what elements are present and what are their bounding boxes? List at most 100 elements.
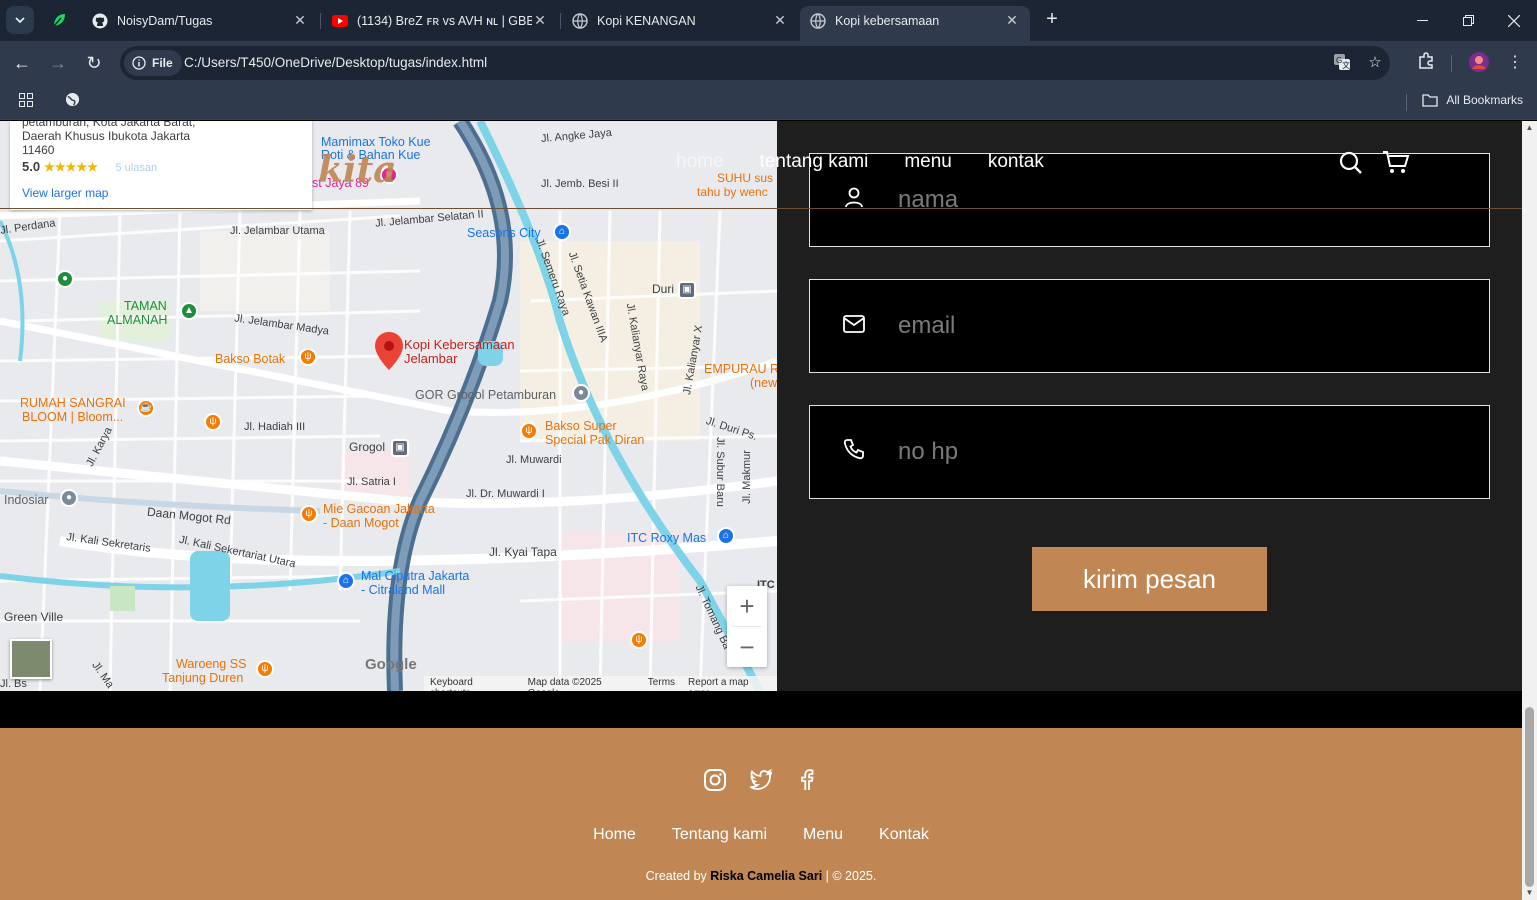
close-tab-icon[interactable]: ✕	[772, 12, 788, 29]
phone-icon	[810, 438, 898, 466]
zoom-out-button[interactable]: −	[727, 627, 767, 667]
tab-kopi-kebersamaan[interactable]: Kopi kebersamaan ✕	[800, 6, 1030, 41]
nav-home[interactable]: home	[676, 151, 724, 173]
scroll-up-arrow-icon[interactable]: ▲	[1522, 121, 1537, 135]
phone-input[interactable]	[898, 422, 1489, 482]
nav-menu[interactable]: menu	[904, 151, 952, 173]
globe-icon[interactable]	[62, 92, 82, 112]
restaurant-pin-icon[interactable]: ψ	[630, 631, 648, 649]
footer-link-tentang-kami[interactable]: Tentang kami	[672, 826, 767, 844]
extensions-icon[interactable]	[1414, 51, 1438, 75]
restore-icon	[1462, 15, 1474, 26]
map-label: Grogol	[349, 440, 386, 454]
footer-link-menu[interactable]: Menu	[803, 826, 843, 844]
footer-link-home[interactable]: Home	[593, 826, 636, 844]
profile-avatar[interactable]	[1467, 51, 1491, 75]
twitter-icon[interactable]	[749, 768, 773, 792]
url-text[interactable]: C:/Users/T450/OneDrive/Desktop/tugas/ind…	[184, 55, 487, 70]
tab-search-button[interactable]	[6, 6, 34, 34]
map-label: Bakso Super	[545, 419, 617, 433]
footer-link-kontak[interactable]: Kontak	[879, 826, 929, 844]
section-divider	[0, 691, 1522, 728]
train-station-icon[interactable]: ▣	[678, 281, 696, 299]
new-tab-button[interactable]: +	[1040, 8, 1064, 32]
instagram-icon[interactable]	[703, 768, 727, 792]
close-tab-icon[interactable]: ✕	[292, 12, 308, 29]
back-button[interactable]: ←	[9, 50, 35, 76]
report-error-link[interactable]: Report a map error	[688, 677, 771, 691]
nav-kontak[interactable]: kontak	[988, 151, 1044, 173]
brand-logo[interactable]: kita	[318, 149, 397, 191]
bookmark-star-icon[interactable]: ☆	[1365, 53, 1385, 73]
place-pin-icon[interactable]: ●	[572, 384, 590, 402]
map-label: Seasons City	[467, 226, 541, 240]
restaurant-pin-icon[interactable]: ψ	[256, 660, 274, 678]
place-pin-icon[interactable]: ●	[60, 489, 78, 507]
site-info-chip[interactable]: File	[124, 50, 182, 76]
map-label: Jl. Bs	[0, 678, 27, 690]
credit-prefix: Created by	[645, 869, 707, 883]
map-label: TAMAN	[124, 299, 167, 313]
tab-github[interactable]: NoisyDam/Tugas ✕	[82, 6, 318, 35]
reload-button[interactable]: ↻	[81, 50, 107, 76]
cart-icon[interactable]	[1382, 149, 1410, 181]
map-label: Green Ville	[4, 610, 64, 624]
zoom-in-button[interactable]: +	[727, 586, 767, 626]
keyboard-shortcuts-link[interactable]: Keyboard shortcuts	[430, 677, 515, 691]
scroll-thumb[interactable]	[1525, 707, 1534, 887]
close-window-button[interactable]	[1491, 0, 1537, 41]
extension-leaf-icon[interactable]	[50, 11, 68, 29]
all-bookmarks-label: All Bookmarks	[1446, 93, 1523, 107]
facebook-icon[interactable]	[795, 768, 819, 792]
apps-grid-icon[interactable]	[16, 92, 36, 112]
translate-icon[interactable]: G文	[1332, 53, 1352, 73]
map-label: RUMAH SANGRAI	[20, 396, 126, 410]
toolbar-separator	[1451, 55, 1452, 72]
restaurant-pin-icon[interactable]: ψ	[204, 413, 222, 431]
tab-kopi-kenangan[interactable]: Kopi KENANGAN ✕	[562, 6, 798, 35]
tab-youtube[interactable]: (1134) BreZ ꜰʀ vs AVH ɴʟ | GBB 2 ✕	[322, 6, 558, 35]
map-label: GOR Grogol Petamburan	[415, 388, 557, 402]
park-pin-icon[interactable]: ▲	[180, 302, 198, 320]
nav-tentang-kami[interactable]: tentang kami	[760, 151, 869, 173]
close-tab-icon[interactable]: ✕	[532, 12, 548, 29]
submit-button[interactable]: kirim pesan	[1032, 547, 1267, 611]
credit-suffix: | © 2025.	[825, 869, 877, 883]
close-tab-icon[interactable]: ✕	[1004, 12, 1020, 29]
map-label: EMPURAU R	[704, 362, 777, 376]
github-icon	[92, 13, 108, 28]
restaurant-pin-icon[interactable]: ψ	[299, 348, 317, 366]
email-input[interactable]	[898, 296, 1489, 356]
cafe-pin-icon[interactable]: ☕	[137, 399, 155, 417]
shopping-pin-icon[interactable]: ⌂	[553, 223, 571, 241]
footer-links: Home Tentang kami Menu Kontak	[0, 826, 1522, 844]
tab-strip: NoisyDam/Tugas ✕ (1134) BreZ ꜰʀ vs AVH ɴ…	[0, 0, 1537, 41]
tab-separator	[320, 13, 321, 29]
page-scrollbar[interactable]: ▲ ▼	[1522, 121, 1537, 900]
restore-button[interactable]	[1445, 0, 1491, 41]
map-label: Jl. Kyai Tapa	[489, 545, 557, 559]
train-station-icon[interactable]: ▣	[391, 439, 409, 457]
bookmarks-bar: All Bookmarks	[0, 85, 1537, 120]
scroll-down-arrow-icon[interactable]: ▼	[1522, 886, 1537, 900]
address-bar[interactable]: File C:/Users/T450/OneDrive/Desktop/tuga…	[120, 46, 1390, 80]
map-label: - Citraland Mall	[361, 583, 446, 597]
restaurant-pin-icon[interactable]: ψ	[300, 505, 318, 523]
satellite-toggle[interactable]	[10, 639, 52, 679]
map-label: BLOOM | Bloom...	[22, 410, 124, 424]
location-pin-icon[interactable]	[375, 332, 403, 370]
restaurant-pin-icon[interactable]: ψ	[520, 422, 538, 440]
shopping-pin-icon[interactable]: ⌂	[337, 572, 355, 590]
park-pin-icon[interactable]: ●	[56, 270, 74, 288]
shopping-pin-icon[interactable]: ⌂	[717, 527, 735, 545]
map-label: ALMANAH	[107, 313, 168, 327]
all-bookmarks-button[interactable]: All Bookmarks	[1422, 93, 1523, 107]
google-logo: Google	[365, 656, 417, 673]
forward-button[interactable]: →	[45, 50, 71, 76]
more-menu-icon[interactable]: ⋮	[1503, 51, 1527, 75]
map-label: Jl. Jelambar Utama	[230, 225, 325, 237]
search-icon[interactable]	[1339, 151, 1363, 181]
zoom-controls: + −	[727, 586, 767, 667]
minimize-button[interactable]	[1399, 0, 1445, 41]
terms-link[interactable]: Terms	[648, 677, 675, 690]
